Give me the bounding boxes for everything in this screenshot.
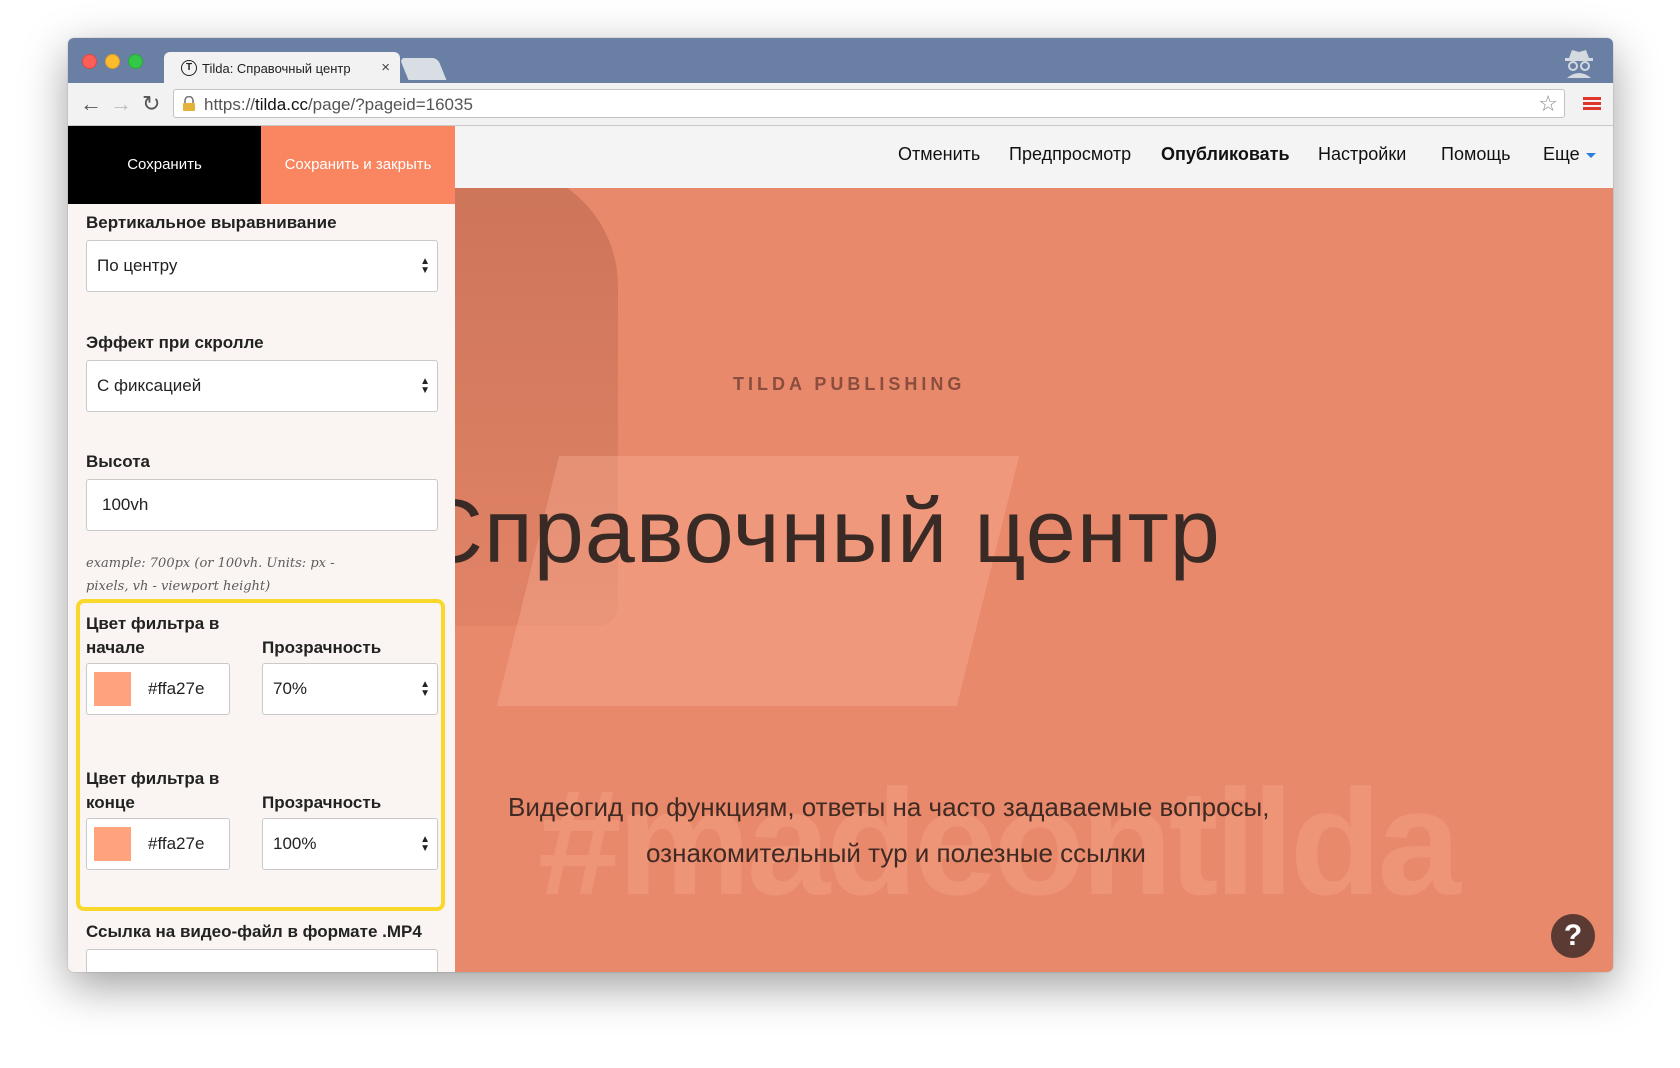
- close-window-button[interactable]: [82, 54, 97, 69]
- editor-content: #madeontilda TILDA PUBLISHING Справочный…: [68, 126, 1613, 972]
- vertical-align-value: По центру: [97, 256, 178, 275]
- filter-start-opacity-label: Прозрачность: [262, 638, 382, 657]
- scroll-effect-value: С фиксацией: [97, 376, 202, 395]
- new-tab-button[interactable]: [399, 58, 447, 80]
- height-input[interactable]: 100vh: [86, 479, 438, 531]
- filter-start-opacity-value: 70%: [273, 679, 308, 698]
- nav-help[interactable]: Помощь: [1441, 144, 1511, 165]
- browser-toolbar: ← → ↻ https://tilda.cc/page/?pageid=1603…: [68, 83, 1613, 126]
- nav-settings[interactable]: Настройки: [1318, 144, 1406, 165]
- filter-start-color-value: #ffa27e: [148, 679, 205, 698]
- filter-end-opacity-value: 100%: [273, 834, 317, 853]
- video-url-input[interactable]: [86, 949, 438, 972]
- nav-cancel[interactable]: Отменить: [898, 144, 980, 165]
- height-value: 100vh: [102, 495, 149, 514]
- vertical-align-select[interactable]: По центру ▲ ▼: [86, 240, 438, 292]
- scroll-effect-label: Эффект при скролле: [86, 333, 264, 352]
- nav-publish[interactable]: Опубликовать: [1161, 144, 1290, 165]
- back-arrow-icon[interactable]: ←: [80, 92, 102, 116]
- hero-subtitle-line2: ознакомительный тур и полезные ссылки: [646, 838, 1146, 868]
- filter-start-color-swatch[interactable]: [94, 672, 131, 706]
- browser-tab-active[interactable]: T Tilda: Справочный центр ×: [164, 52, 400, 83]
- hero-subtitle-line1: Видеогид по функциям, ответы на часто за…: [508, 792, 1270, 822]
- filter-start-label: Цвет фильтра в начале: [86, 614, 220, 657]
- filter-end-opacity-label: Прозрачность: [262, 793, 382, 812]
- select-arrows-icon: ▲ ▼: [420, 376, 430, 396]
- hero-kicker: TILDA PUBLISHING: [733, 374, 966, 394]
- browser-titlebar: T Tilda: Справочный центр ×: [68, 38, 1613, 83]
- filter-end-color-value: #ffa27e: [148, 834, 205, 853]
- browser-window: T Tilda: Справочный центр × ← → ↻ https:…: [68, 38, 1613, 972]
- height-hint: example: 700px (or 100vh. Units: px - pi…: [86, 556, 335, 594]
- filter-end-label: Цвет фильтра в конце: [86, 769, 220, 812]
- settings-panel: Сохранить Сохранить и закрыть Вертикальн…: [68, 126, 455, 972]
- close-tab-icon[interactable]: ×: [381, 59, 390, 76]
- select-arrows-icon: ▲ ▼: [420, 834, 430, 854]
- nav-more[interactable]: Еще: [1543, 144, 1596, 165]
- nav-preview[interactable]: Предпросмотр: [1009, 144, 1131, 165]
- help-icon[interactable]: ?: [1551, 914, 1595, 958]
- star-icon[interactable]: ☆: [1538, 91, 1558, 117]
- address-bar[interactable]: https://tilda.cc/page/?pageid=16035 ☆: [173, 89, 1565, 118]
- video-url-label: Ссылка на видео-файл в формате .MP4: [86, 922, 422, 941]
- vertical-align-label: Вертикальное выравнивание: [86, 213, 337, 232]
- tab-title: Tilda: Справочный центр: [202, 61, 351, 76]
- reload-icon[interactable]: ↻: [142, 92, 160, 116]
- tilda-favicon-icon: T: [181, 60, 197, 76]
- save-button[interactable]: Сохранить: [68, 126, 261, 204]
- scroll-effect-select[interactable]: С фиксацией ▲ ▼: [86, 360, 438, 412]
- hero-title: Справочный центр: [418, 482, 1221, 582]
- maximize-window-button[interactable]: [128, 54, 143, 69]
- incognito-icon: [1565, 50, 1593, 78]
- height-label: Высота: [86, 452, 150, 471]
- select-arrows-icon: ▲ ▼: [420, 679, 430, 699]
- save-and-close-button[interactable]: Сохранить и закрыть: [261, 126, 455, 204]
- forward-arrow-icon[interactable]: →: [110, 92, 132, 116]
- filter-start-color-input[interactable]: #ffa27e: [86, 663, 230, 715]
- select-arrows-icon: ▲ ▼: [420, 256, 430, 276]
- filter-end-color-input[interactable]: #ffa27e: [86, 818, 230, 870]
- minimize-window-button[interactable]: [105, 54, 120, 69]
- filter-end-color-swatch[interactable]: [94, 827, 131, 861]
- filter-start-opacity-select[interactable]: 70% ▲ ▼: [262, 663, 438, 715]
- chevron-down-icon: [1585, 152, 1596, 158]
- url-text: https://tilda.cc/page/?pageid=16035: [204, 95, 473, 114]
- lock-icon: [183, 96, 195, 111]
- filter-end-opacity-select[interactable]: 100% ▲ ▼: [262, 818, 438, 870]
- hamburger-menu-icon[interactable]: [1583, 97, 1601, 111]
